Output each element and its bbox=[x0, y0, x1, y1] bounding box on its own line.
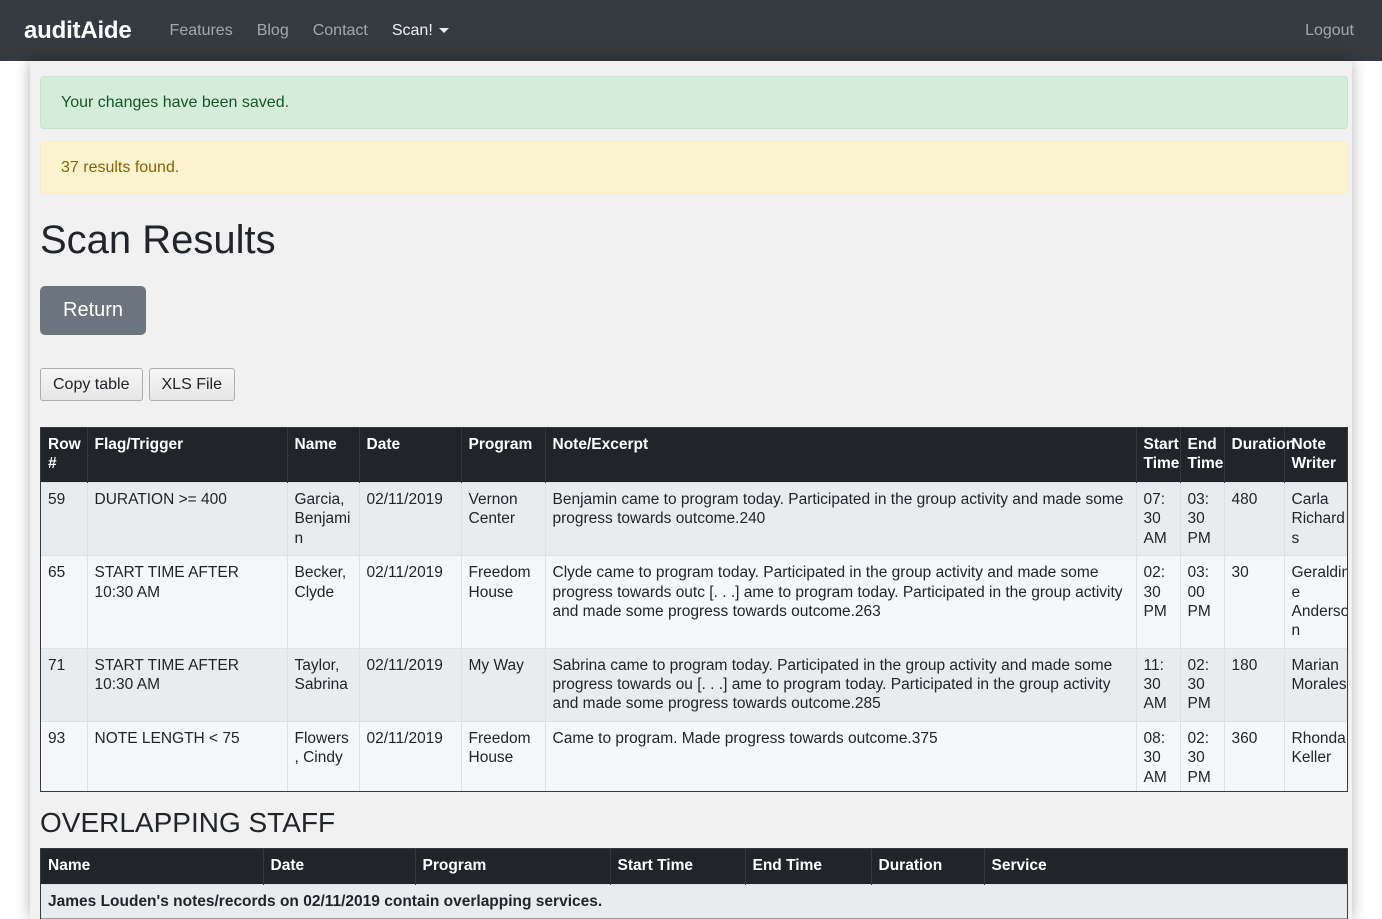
cell-end-time: 03:00 PM bbox=[1180, 555, 1225, 649]
ov-col-header-duration[interactable]: Duration bbox=[871, 848, 985, 885]
scan-results-table: Row # Flag/Trigger Name Date Program Not… bbox=[41, 428, 1347, 792]
page-wrapper: Your changes have been saved. 37 results… bbox=[0, 61, 1382, 919]
nav-link-blog[interactable]: Blog bbox=[245, 14, 301, 48]
cell-date: 02/11/2019 bbox=[359, 481, 462, 556]
table-actions-toolbar: Copy table XLS File bbox=[40, 368, 1348, 402]
overlapping-table-head: Name Date Program Start Time End Time Du… bbox=[41, 848, 1347, 885]
nav-link-scan-dropdown[interactable]: Scan! bbox=[380, 14, 461, 48]
cell-end-time: 02:30 PM bbox=[1180, 720, 1225, 792]
col-header-row-num[interactable]: Row # bbox=[41, 428, 88, 483]
cell-duration: 30 bbox=[1224, 555, 1285, 649]
table-row[interactable]: 93 NOTE LENGTH < 75 Flowers, Cindy 02/11/20… bbox=[41, 720, 1347, 792]
cell-program: Vernon Center bbox=[461, 481, 546, 556]
cell-program: Freedom House bbox=[461, 555, 546, 649]
table-row[interactable]: 71 START TIME AFTER 10:30 AM Taylor, Sabri… bbox=[41, 647, 1347, 722]
table-row[interactable]: 65 START TIME AFTER 10:30 AM Becker, Clyde… bbox=[41, 555, 1347, 649]
cell-row-num: 93 bbox=[41, 720, 88, 792]
cell-note: Clyde came to program today. Participate… bbox=[545, 555, 1137, 649]
overlapping-table-body: James Louden's notes/records on 02/11/20… bbox=[41, 883, 1347, 919]
cell-end-time: 02:30 PM bbox=[1180, 647, 1225, 722]
col-header-writer[interactable]: Note Writer bbox=[1284, 428, 1347, 483]
col-header-duration[interactable]: Duration bbox=[1224, 428, 1295, 483]
ov-col-header-name[interactable]: Name bbox=[41, 848, 264, 885]
cell-name: Taylor, Sabrina bbox=[287, 647, 360, 722]
cell-flag: START TIME AFTER 10:30 AM bbox=[87, 555, 288, 649]
cell-row-num: 65 bbox=[41, 555, 88, 649]
col-header-program[interactable]: Program bbox=[461, 428, 546, 483]
results-table-head: Row # Flag/Trigger Name Date Program Not… bbox=[41, 428, 1347, 483]
cell-flag: DURATION >= 400 bbox=[87, 481, 288, 556]
cell-note: Sabrina came to program today. Participa… bbox=[545, 647, 1137, 722]
nav-link-scan-label: Scan! bbox=[391, 21, 433, 39]
cell-duration: 360 bbox=[1224, 720, 1285, 792]
results-table-body: 59 DURATION >= 400 Garcia, Benjamin 02/11/2… bbox=[41, 481, 1347, 792]
ov-col-header-start[interactable]: Start Time bbox=[610, 848, 746, 885]
cell-start-time: 11:30 AM bbox=[1136, 647, 1181, 722]
col-header-name[interactable]: Name bbox=[287, 428, 360, 483]
logout-link[interactable]: Logout bbox=[1293, 14, 1366, 48]
cell-name: Becker, Clyde bbox=[287, 555, 360, 649]
cell-note-writer: Rhonda Keller bbox=[1284, 720, 1347, 792]
cell-duration: 480 bbox=[1224, 481, 1285, 556]
chevron-down-icon bbox=[438, 28, 449, 33]
overlapping-staff-title: OVERLAPPING STAFF bbox=[40, 807, 336, 839]
page-title: Scan Results bbox=[40, 218, 276, 262]
table-row[interactable]: 59 DURATION >= 400 Garcia, Benjamin 02/11/2… bbox=[41, 481, 1347, 556]
ov-col-header-service[interactable]: Service bbox=[984, 848, 1347, 885]
ov-col-header-program[interactable]: Program bbox=[415, 848, 611, 885]
cell-end-time: 03:30 PM bbox=[1180, 481, 1225, 556]
cell-row-num: 59 bbox=[41, 481, 88, 556]
overlap-group-label: James Louden's notes/records on 02/11/20… bbox=[41, 883, 1347, 919]
cell-duration: 180 bbox=[1224, 647, 1285, 722]
return-button[interactable]: Return bbox=[40, 286, 147, 335]
cell-note: Came to program. Made progress towards o… bbox=[545, 720, 1137, 792]
col-header-note[interactable]: Note/Excerpt bbox=[545, 428, 1137, 483]
overlapping-staff-table: Name Date Program Start Time End Time Du… bbox=[41, 848, 1347, 919]
cell-date: 02/11/2019 bbox=[359, 555, 462, 649]
cell-start-time: 08:30 AM bbox=[1136, 720, 1181, 792]
cell-note-writer: Geraldine Anderson bbox=[1284, 555, 1347, 649]
col-header-end[interactable]: End Time bbox=[1180, 428, 1225, 483]
col-header-start[interactable]: Start Time bbox=[1136, 428, 1181, 483]
nav-link-features[interactable]: Features bbox=[158, 14, 245, 48]
ov-col-header-end[interactable]: End Time bbox=[745, 848, 872, 885]
cell-start-time: 02:30 PM bbox=[1136, 555, 1181, 649]
cell-note-writer: Carla Richards bbox=[1284, 481, 1347, 556]
cell-note-writer: Marian Morales bbox=[1284, 647, 1347, 722]
xls-file-button[interactable]: XLS File bbox=[148, 368, 235, 402]
brand-logo[interactable]: auditAide bbox=[24, 17, 132, 45]
overlap-group-header-row: James Louden's notes/records on 02/11/20… bbox=[41, 883, 1347, 919]
cell-program: My Way bbox=[461, 647, 546, 722]
nav-links: Features Blog Contact Scan! bbox=[158, 14, 461, 48]
col-header-flag[interactable]: Flag/Trigger bbox=[87, 428, 288, 483]
cell-date: 02/11/2019 bbox=[359, 647, 462, 722]
top-navbar: auditAide Features Blog Contact Scan! Lo… bbox=[0, 0, 1382, 61]
ov-col-header-date[interactable]: Date bbox=[263, 848, 416, 885]
results-table-scroll-container[interactable]: Row # Flag/Trigger Name Date Program Not… bbox=[40, 427, 1348, 793]
page-container: Your changes have been saved. 37 results… bbox=[40, 61, 1348, 919]
results-header-row: Row # Flag/Trigger Name Date Program Not… bbox=[41, 428, 1347, 483]
cell-start-time: 07:30 AM bbox=[1136, 481, 1181, 556]
alert-success: Your changes have been saved. bbox=[40, 76, 1348, 129]
cell-row-num: 71 bbox=[41, 647, 88, 722]
overlapping-table-scroll-container[interactable]: Name Date Program Start Time End Time Du… bbox=[40, 847, 1348, 919]
overlapping-header-row: Name Date Program Start Time End Time Du… bbox=[41, 848, 1347, 885]
alert-results-count: 37 results found. bbox=[40, 141, 1348, 194]
cell-note: Benjamin came to program today. Particip… bbox=[545, 481, 1137, 556]
cell-date: 02/11/2019 bbox=[359, 720, 462, 792]
cell-flag: NOTE LENGTH < 75 bbox=[87, 720, 288, 792]
cell-flag: START TIME AFTER 10:30 AM bbox=[87, 647, 288, 722]
cell-program: Freedom House bbox=[461, 720, 546, 792]
cell-name: Garcia, Benjamin bbox=[287, 481, 360, 556]
copy-table-button[interactable]: Copy table bbox=[40, 368, 143, 402]
cell-name: Flowers, Cindy bbox=[287, 720, 360, 792]
nav-link-contact[interactable]: Contact bbox=[301, 14, 380, 48]
col-header-date[interactable]: Date bbox=[359, 428, 462, 483]
